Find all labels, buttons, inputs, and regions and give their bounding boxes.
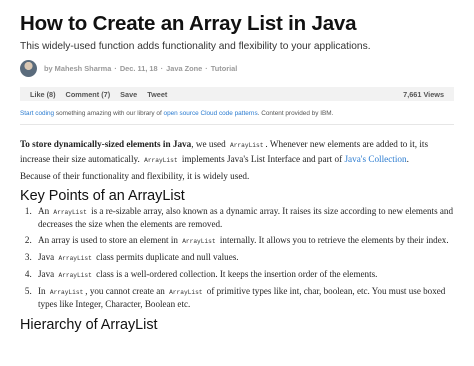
item-text: internally. It allows you to retrieve th… bbox=[217, 234, 449, 245]
item-text: Java bbox=[38, 268, 57, 279]
inline-code: ArrayList bbox=[58, 271, 92, 279]
like-button[interactable]: Like (8) bbox=[30, 90, 56, 99]
byline: by Mahesh Sharma · Dec. 11, 18 · Java Zo… bbox=[20, 58, 237, 78]
list-item: An array is used to store an element in … bbox=[34, 235, 454, 248]
promo-text: something amazing with our library of bbox=[54, 110, 164, 117]
list-item: An ArrayList is a re-sizable array, also… bbox=[34, 206, 454, 230]
item-text: In bbox=[38, 286, 48, 297]
divider bbox=[20, 124, 454, 125]
intro-paragraph: To store dynamically-sized elements in J… bbox=[20, 138, 454, 167]
intro-bold: To store dynamically-sized elements in J… bbox=[20, 139, 192, 149]
item-text: An bbox=[38, 206, 52, 216]
publish-date: Dec. 11, 18 bbox=[119, 63, 158, 73]
tweet-button[interactable]: Tweet bbox=[147, 90, 167, 99]
inline-code: ArrayList bbox=[169, 289, 203, 297]
item-text: is a re-sizable array, also known as a d… bbox=[38, 206, 454, 229]
inline-code: ArrayList bbox=[49, 289, 84, 297]
item-text: class is a well-ordered collection. It k… bbox=[93, 268, 378, 279]
intro-paragraph-2: Because of their functionality and flexi… bbox=[20, 171, 250, 181]
item-text: , you cannot create an bbox=[85, 286, 168, 297]
item-text: class permits duplicate and null values. bbox=[93, 251, 239, 262]
author-link[interactable]: by Mahesh Sharma bbox=[44, 64, 111, 73]
article-subtitle: This widely-used function adds functiona… bbox=[20, 41, 371, 52]
list-item: In ArrayList, you cannot create an Array… bbox=[34, 286, 454, 310]
avatar[interactable] bbox=[20, 59, 37, 77]
byline-separator: · bbox=[114, 63, 117, 73]
item-text: Java bbox=[38, 251, 57, 262]
item-text: An array is used to store an element in bbox=[38, 234, 181, 245]
promo-banner: Start coding something amazing with our … bbox=[20, 110, 333, 117]
key-points-heading: Key Points of an ArrayList bbox=[20, 188, 185, 204]
article-type-link[interactable]: Tutorial bbox=[211, 64, 238, 73]
inline-code: ArrayList bbox=[53, 209, 87, 216]
intro-text: implements Java's List Interface and par… bbox=[179, 153, 345, 164]
intro-text: . bbox=[406, 153, 409, 164]
hierarchy-heading: Hierarchy of ArrayList bbox=[20, 317, 158, 333]
intro-text: , we used bbox=[191, 139, 228, 149]
zone-link[interactable]: Java Zone bbox=[166, 64, 202, 73]
promo-text: . Content provided by IBM. bbox=[257, 110, 334, 117]
byline-separator: · bbox=[160, 63, 164, 73]
key-points-list: An ArrayList is a re-sizable array, also… bbox=[20, 206, 454, 315]
start-coding-link[interactable]: Start coding bbox=[20, 110, 54, 117]
byline-separator: · bbox=[205, 63, 208, 73]
inline-code: ArrayList bbox=[230, 142, 264, 149]
list-item: Java ArrayList class is a well-ordered c… bbox=[34, 269, 454, 282]
inline-code: ArrayList bbox=[58, 254, 92, 262]
inline-code: ArrayList bbox=[182, 237, 216, 245]
save-button[interactable]: Save bbox=[120, 90, 137, 99]
view-count: 7,661 Views bbox=[403, 89, 444, 99]
list-item: Java ArrayList class permits duplicate a… bbox=[34, 252, 454, 265]
cloud-code-patterns-link[interactable]: open source Cloud code patterns bbox=[164, 110, 258, 117]
inline-code: ArrayList bbox=[144, 156, 178, 164]
action-bar: Like (8) Comment (7) Save Tweet 7,661 Vi… bbox=[20, 87, 454, 101]
java-collection-link[interactable]: Java's Collection bbox=[344, 154, 406, 164]
article-title: How to Create an Array List in Java bbox=[20, 12, 357, 35]
comment-button[interactable]: Comment (7) bbox=[66, 90, 111, 99]
